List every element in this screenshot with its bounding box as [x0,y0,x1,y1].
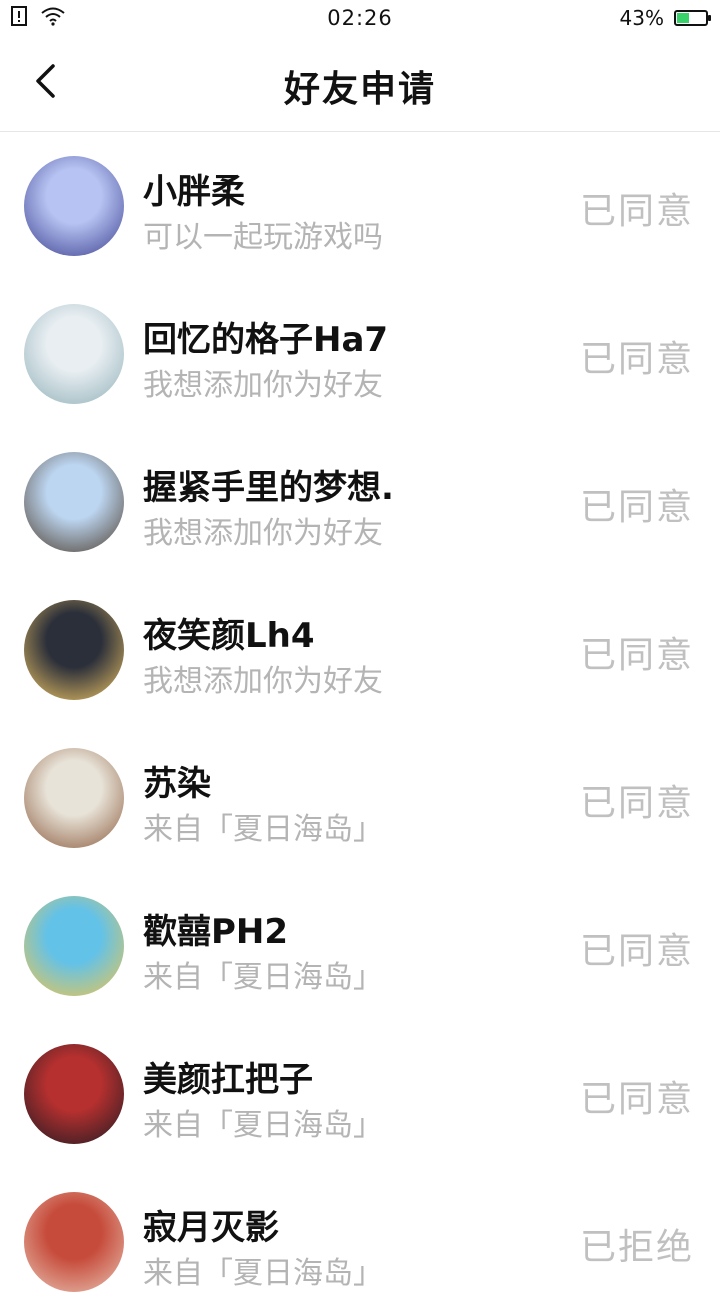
friend-request-item[interactable]: 小胖柔 可以一起玩游戏吗 已同意 [0,132,720,280]
request-message: 来自「夏日海岛」 [143,1256,383,1291]
app-header: 好友申请 [0,36,720,132]
request-status: 已同意 [579,1079,694,1120]
requester-name: 美颜扛把子 [143,1060,313,1100]
request-message: 我想添加你为好友 [143,368,383,403]
requester-name: 寂月灭影 [143,1208,279,1248]
friend-request-list: 小胖柔 可以一起玩游戏吗 已同意 回忆的格子Ha7 我想添加你为好友 已同意 握… [0,132,720,1316]
avatar[interactable] [24,452,124,552]
request-status: 已同意 [579,931,694,972]
request-status: 已同意 [579,191,694,232]
request-status: 已同意 [579,635,694,676]
friend-request-item[interactable]: 寂月灭影 来自「夏日海岛」 已拒绝 [0,1168,720,1316]
friend-request-item[interactable]: 歡囍PH2 来自「夏日海岛」 已同意 [0,872,720,1020]
requester-name: 歡囍PH2 [143,912,289,952]
requester-name: 苏染 [143,764,211,804]
request-message: 我想添加你为好友 [143,516,383,551]
request-status: 已同意 [579,487,694,528]
avatar[interactable] [24,156,124,256]
request-status: 已同意 [579,339,694,380]
request-status: 已同意 [579,783,694,824]
requester-name: 回忆的格子Ha7 [143,320,389,360]
request-message: 来自「夏日海岛」 [143,812,383,847]
friend-request-item[interactable]: 握紧手里的梦想. 我想添加你为好友 已同意 [0,428,720,576]
avatar[interactable] [24,896,124,996]
status-time: 02:26 [327,6,393,30]
friend-request-item[interactable]: 夜笑颜Lh4 我想添加你为好友 已同意 [0,576,720,724]
request-message: 可以一起玩游戏吗 [143,220,383,255]
friend-request-item[interactable]: 苏染 来自「夏日海岛」 已同意 [0,724,720,872]
page-title: 好友申请 [283,69,436,110]
status-bar: 02:26 43% [0,0,720,36]
request-status: 已拒绝 [579,1227,694,1268]
request-message: 我想添加你为好友 [143,664,383,699]
avatar[interactable] [24,1044,124,1144]
avatar[interactable] [24,1192,124,1292]
friend-request-item[interactable]: 回忆的格子Ha7 我想添加你为好友 已同意 [0,280,720,428]
friend-request-item[interactable]: 美颜扛把子 来自「夏日海岛」 已同意 [0,1020,720,1168]
requester-name: 握紧手里的梦想. [143,468,394,508]
battery-icon [674,10,711,26]
requester-name: 夜笑颜Lh4 [143,616,315,656]
avatar[interactable] [24,304,124,404]
requester-name: 小胖柔 [143,172,245,212]
avatar[interactable] [24,748,124,848]
request-message: 来自「夏日海岛」 [143,1108,383,1143]
request-message: 来自「夏日海岛」 [143,960,383,995]
avatar[interactable] [24,600,124,700]
